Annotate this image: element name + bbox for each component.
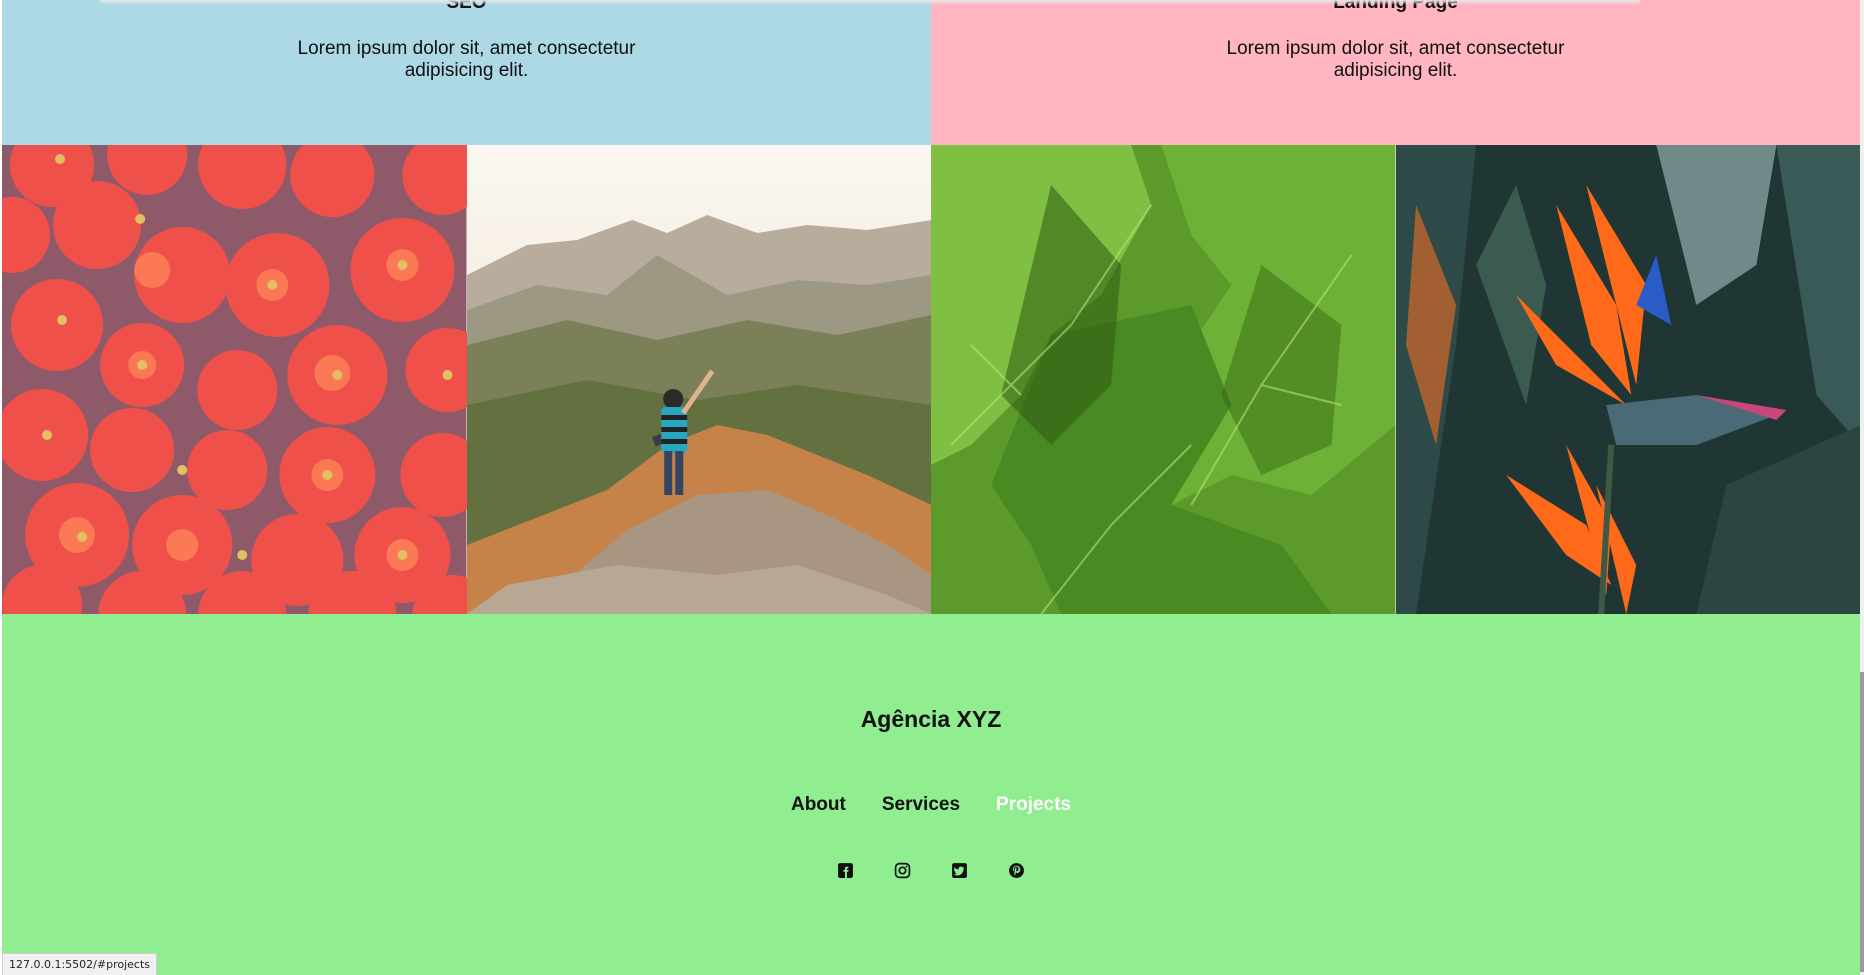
- scrollbar-thumb[interactable]: [1860, 672, 1864, 972]
- service-card-seo: SEO Lorem ipsum dolor sit, amet consecte…: [2, 0, 931, 145]
- twitter-icon[interactable]: [951, 862, 968, 879]
- header-shadow: [100, 0, 1640, 5]
- gallery-photo-leaf[interactable]: [931, 145, 1396, 614]
- flower-image: [1395, 145, 1860, 614]
- leaf-image: [931, 145, 1396, 614]
- services-row: SEO Lorem ipsum dolor sit, amet consecte…: [2, 0, 1860, 145]
- service-card-landing-page: Landing Page Lorem ipsum dolor sit, amet…: [931, 0, 1860, 145]
- footer-nav: About Services Projects: [2, 794, 1860, 816]
- footer-brand: Agência XYZ: [860, 706, 1002, 732]
- footer-link-about[interactable]: About: [791, 794, 846, 816]
- scrollbar[interactable]: [1860, 0, 1864, 975]
- service-description: Lorem ipsum dolor sit, amet consectetur …: [297, 38, 636, 81]
- instagram-icon[interactable]: [894, 862, 911, 879]
- facebook-icon[interactable]: [837, 862, 854, 879]
- hiker-image: [466, 145, 931, 614]
- gallery-photo-flower[interactable]: [1395, 145, 1860, 614]
- gallery-photo-hiker[interactable]: [466, 145, 931, 614]
- browser-status-bar: 127.0.0.1:5502/#projects: [2, 953, 158, 975]
- footer-link-projects[interactable]: Projects: [996, 794, 1071, 816]
- tomatoes-image: [2, 145, 467, 614]
- footer: Agência XYZ About Services Projects: [2, 614, 1860, 975]
- footer-link-services[interactable]: Services: [882, 794, 960, 816]
- pinterest-icon[interactable]: [1008, 862, 1025, 879]
- social-links: [2, 862, 1860, 879]
- gallery-photo-tomatoes[interactable]: [2, 145, 467, 614]
- page: SEO Lorem ipsum dolor sit, amet consecte…: [0, 0, 1864, 975]
- project-gallery: [2, 145, 1860, 614]
- service-description: Lorem ipsum dolor sit, amet consectetur …: [1226, 38, 1565, 81]
